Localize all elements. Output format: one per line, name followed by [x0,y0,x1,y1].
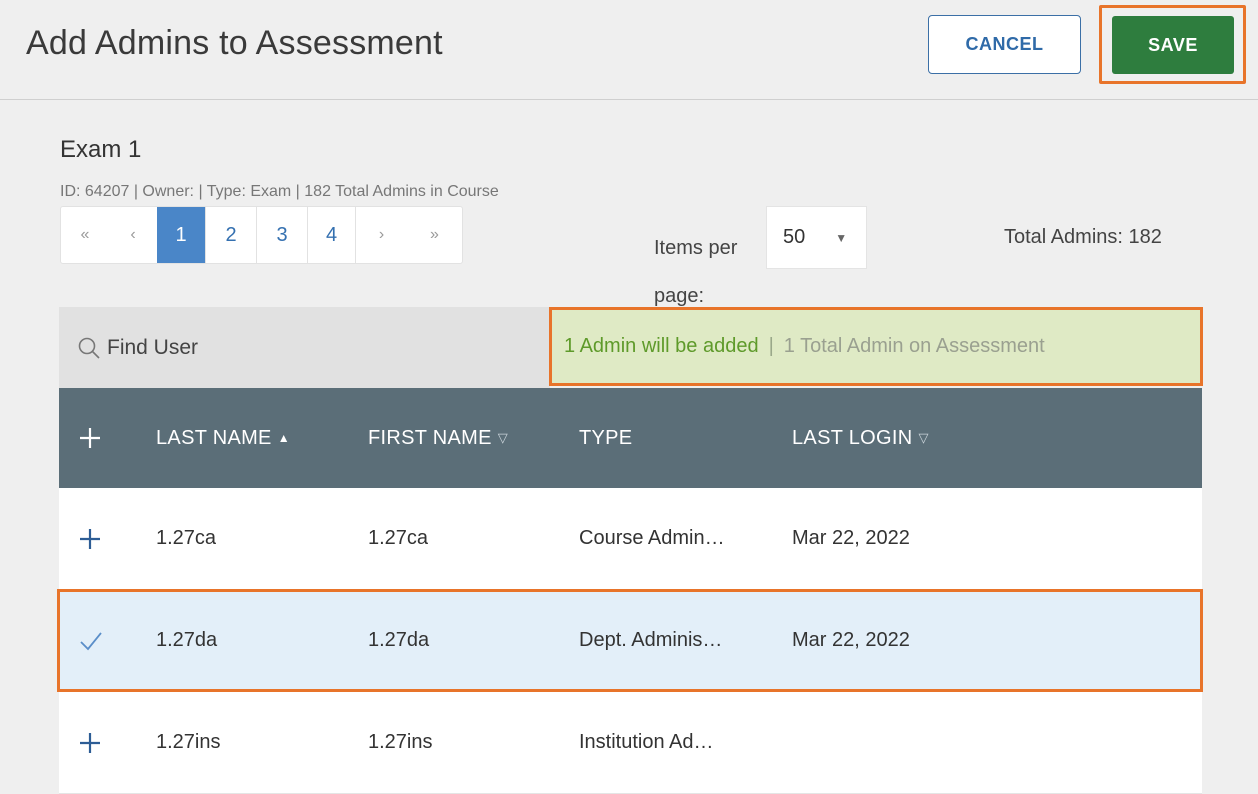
items-per-page-value: 50 [783,226,806,248]
plus-icon [80,732,100,753]
type-cell: Institution Ad… [579,731,714,753]
column-label: TYPE [579,426,633,449]
page-2-button[interactable]: 2 [206,207,257,263]
items-per-page-select[interactable]: 50 ▼ [766,206,867,269]
add-all-button[interactable] [59,427,156,449]
add-admin-button[interactable] [59,732,156,754]
caret-down-icon: ▼ [835,230,848,245]
sort-ascending-icon: ▲ [277,431,290,445]
pagination: « ‹ 1 2 3 4 › » [60,206,463,264]
save-button[interactable]: SAVE [1112,16,1234,74]
plus-icon [80,528,100,549]
total-admins-count: Total Admins: 182 [1004,226,1162,248]
page-1-button[interactable]: 1 [157,207,206,263]
selection-summary: 1 Admin will be added | 1 Total Admin on… [549,307,1203,386]
table-header: LAST NAME ▲ FIRST NAME ▽ TYPE LAST LOGIN… [59,388,1202,488]
admins-added-text: 1 Admin will be added [564,335,759,357]
next-page-button[interactable]: › [356,207,407,263]
first-name-cell: 1.27ca [368,527,429,549]
page-title: Add Admins to Assessment [26,24,443,62]
column-header-last-name[interactable]: LAST NAME ▲ [156,427,368,450]
search-input[interactable] [107,335,527,360]
column-header-type: TYPE [579,427,792,450]
column-label: FIRST NAME [368,426,492,449]
search-bar [59,307,550,388]
checkmark-icon [80,631,102,650]
first-name-cell: 1.27da [368,629,430,651]
page-header: Add Admins to Assessment CANCEL SAVE [0,0,1258,100]
items-per-page-label: Items per page: [654,237,738,307]
last-name-cell: 1.27ca [156,527,217,549]
last-login-cell: Mar 22, 2022 [792,527,910,549]
selected-admin-toggle[interactable] [59,630,156,652]
prev-page-button[interactable]: ‹ [109,207,157,263]
last-page-button[interactable]: » [407,207,462,263]
sort-descending-outline-icon: ▽ [497,430,509,445]
column-header-last-login[interactable]: LAST LOGIN ▽ [792,427,1092,450]
last-name-cell: 1.27da [156,629,218,651]
table-row-selected[interactable]: 1.27da 1.27da Dept. Adminis… Mar 22, 202… [59,590,1202,692]
cancel-button[interactable]: CANCEL [928,15,1081,74]
sort-descending-outline-icon: ▽ [918,430,929,445]
page-4-button[interactable]: 4 [308,207,356,263]
admins-table: LAST NAME ▲ FIRST NAME ▽ TYPE LAST LOGIN… [59,388,1202,794]
assessment-name: Exam 1 [60,136,142,163]
type-cell: Dept. Adminis… [579,629,723,651]
column-label: LAST LOGIN [792,426,913,449]
add-admin-button[interactable] [59,528,156,550]
table-row[interactable]: 1.27ca 1.27ca Course Admin… Mar 22, 2022 [59,488,1202,590]
table-row[interactable]: 1.27ins 1.27ins Institution Ad… [59,692,1202,794]
column-label: LAST NAME [156,426,272,449]
total-on-assessment-text: 1 Total Admin on Assessment [783,335,1045,357]
page-3-button[interactable]: 3 [257,207,308,263]
last-name-cell: 1.27ins [156,731,221,753]
first-name-cell: 1.27ins [368,731,433,753]
plus-icon [80,428,100,448]
assessment-meta: ID: 64207 | Owner: | Type: Exam | 182 To… [60,183,499,200]
summary-separator: | [768,335,774,357]
first-page-button[interactable]: « [61,207,109,263]
search-icon [78,337,100,359]
column-header-first-name[interactable]: FIRST NAME ▽ [368,427,579,450]
type-cell: Course Admin… [579,527,725,549]
last-login-cell: Mar 22, 2022 [792,629,910,651]
